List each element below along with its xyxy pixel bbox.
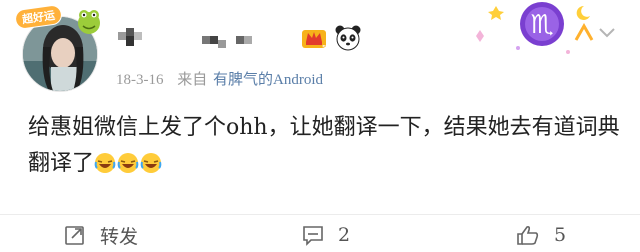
chevron-down-icon[interactable] xyxy=(598,26,616,40)
username-pixelated[interactable] xyxy=(118,26,258,50)
repost-icon xyxy=(65,226,84,245)
vip-crown-icon[interactable]: 5 xyxy=(300,24,328,52)
scorpio-zodiac-icon: ♏ xyxy=(476,2,594,54)
footer-divider xyxy=(0,214,640,215)
repost-label: 转发 xyxy=(100,225,139,248)
post-source-link[interactable]: 有脾气的Android xyxy=(213,72,323,88)
avatar-container[interactable]: 超好运 xyxy=(14,4,106,98)
post-content: 给惠姐微信上发了个ohh，让她翻译一下，结果她去有道词典翻译了 xyxy=(28,110,628,182)
svg-text:♏: ♏ xyxy=(530,10,553,40)
comment-count: 2 xyxy=(338,224,351,246)
laughing-crying-emoji xyxy=(94,153,116,173)
laughing-crying-emoji xyxy=(140,153,162,173)
repost-button[interactable]: 转发 xyxy=(64,222,138,248)
post-meta: 18-3-16 来自 有脾气的Android xyxy=(116,68,323,89)
weibo-post-card: 超好运 5 18-3-16 来自 有脾气的Android ♏ 给惠姐微信上发了个… xyxy=(0,0,640,252)
like-count: 5 xyxy=(554,224,567,246)
laughing-crying-emoji xyxy=(117,153,139,173)
post-date: 18-3-16 xyxy=(116,72,164,88)
comment-button[interactable]: 2 xyxy=(302,222,350,248)
from-label: 来自 xyxy=(177,72,208,88)
like-button[interactable]: 5 xyxy=(516,222,566,248)
frog-sticker-icon xyxy=(78,10,100,34)
like-icon xyxy=(517,226,539,245)
panda-icon[interactable] xyxy=(334,24,362,52)
comment-icon xyxy=(303,226,323,246)
svg-text:5: 5 xyxy=(322,44,326,52)
